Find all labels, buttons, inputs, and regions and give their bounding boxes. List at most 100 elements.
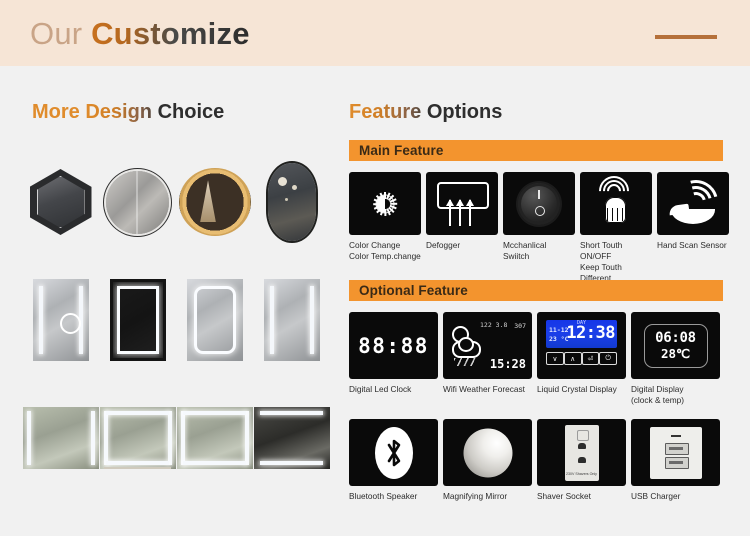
main-feature-row: Color Change Color Temp.change Defogger … — [349, 172, 734, 295]
cloud-icon — [452, 337, 481, 358]
mirror-thumb-black-frame[interactable] — [99, 264, 176, 376]
feature-tile: 122 3.8 307 15:28 — [443, 312, 532, 379]
mirror-gallery — [22, 140, 332, 494]
feature-tile — [349, 172, 421, 235]
feature-item-hand-scan[interactable]: Hand Scan Sensor — [657, 172, 731, 295]
round-led-mirror-icon — [106, 170, 169, 234]
lcd-button-group: ∨ ∧ ⏎ ⏻ — [546, 352, 617, 365]
hand-scan-sensor-icon — [665, 172, 727, 232]
feature-tile: 06:08 28℃ — [631, 312, 720, 379]
design-choice-heading: More Design Choice — [32, 101, 224, 124]
optional-feature-row-2: Bluetooth Speaker Magnifying Mirror 230V… — [349, 419, 725, 502]
feature-item-digital-display[interactable]: 06:08 28℃ Digital Display (clock & temp) — [631, 312, 722, 406]
feature-item-shaver-socket[interactable]: 230V Shavers Only Shaver Socket — [537, 419, 628, 502]
feature-tile — [349, 419, 438, 486]
optional-feature-bar-label: Optional Feature — [359, 283, 468, 298]
liquid-crystal-display-icon: DAY 11-12 23 °C 12:38 ∨ ∧ ⏎ ⏻ — [543, 318, 620, 373]
feature-item-usb-charger[interactable]: USB Charger — [631, 419, 722, 502]
led-strip-bottom — [182, 461, 247, 465]
socket-hole — [577, 456, 586, 463]
feature-label: Wifi Weather Forecast — [443, 384, 525, 394]
mirror-thumb-landscape-wide-ring[interactable] — [176, 382, 253, 494]
design-heading-dark: Choice — [157, 101, 225, 123]
page-title-light: Our — [30, 16, 92, 51]
heat-arrow — [445, 198, 455, 226]
feature-label: Bluetooth Speaker — [349, 491, 418, 501]
lcd-time: 12:38 — [566, 323, 615, 343]
digital-clock-value: 06:08 — [655, 330, 696, 346]
feature-item-bluetooth-speaker[interactable]: Bluetooth Speaker — [349, 419, 440, 502]
lcd-screen: DAY 11-12 23 °C 12:38 — [546, 320, 617, 348]
mirror-thumb-side-strips[interactable] — [253, 264, 330, 376]
design-heading-mid: Design — [85, 101, 158, 123]
socket-hole — [577, 442, 586, 449]
lcd-button-up[interactable]: ∧ — [563, 352, 582, 365]
feature-item-wifi-weather[interactable]: 122 3.8 307 15:28 Wifi Weather Forecast — [443, 312, 534, 406]
feature-item-lcd[interactable]: DAY 11-12 23 °C 12:38 ∨ ∧ ⏎ ⏻ Liquid Cry… — [537, 312, 628, 406]
feature-label: USB Charger — [631, 491, 681, 501]
feature-tile: 88:88 — [349, 312, 438, 379]
feature-label: Defogger — [426, 240, 461, 250]
mirror-thumb-hexagon[interactable] — [22, 146, 99, 258]
mirror-thumb-vertical-magnifier[interactable] — [22, 264, 99, 376]
feature-item-magnifying-mirror[interactable]: Magnifying Mirror — [443, 419, 534, 502]
mirror-thumb-gold-round[interactable] — [176, 146, 253, 258]
defogger-icon — [437, 181, 489, 226]
feature-tile — [503, 172, 575, 235]
heat-arrow — [465, 198, 475, 226]
palm-shape — [671, 208, 715, 224]
header-divider-rule — [655, 35, 717, 39]
mirror-glass — [176, 407, 253, 469]
led-strip-top — [105, 411, 170, 415]
mirror-glass — [22, 407, 99, 469]
mirror-thumb-landscape-strips[interactable] — [22, 382, 99, 494]
led-strip-left — [26, 411, 31, 465]
landscape-wide-ring-led-mirror-icon — [176, 407, 253, 469]
landscape-top-bottom-led-mirror-icon — [253, 407, 330, 469]
page-header: Our Customize — [0, 0, 750, 66]
usb-charger-icon — [649, 426, 702, 479]
mirror-thumb-landscape-dark[interactable] — [253, 382, 330, 494]
feature-tile — [426, 172, 498, 235]
led-strip-right — [167, 411, 172, 465]
feature-tile: DAY 11-12 23 °C 12:38 ∨ ∧ ⏎ ⏻ — [537, 312, 626, 379]
socket-top-slot — [576, 429, 589, 441]
rain-icon — [454, 358, 476, 366]
led-ring-rounded — [193, 286, 236, 354]
feature-item-mechanical-switch[interactable]: Mcchanlical Swiitch — [503, 172, 577, 295]
usb-port — [664, 442, 689, 455]
feature-item-defogger[interactable]: Defogger — [426, 172, 500, 295]
mirror-glass — [253, 407, 330, 469]
feature-tile — [580, 172, 652, 235]
feature-heading-dark: Options — [426, 101, 503, 123]
mirror-thumb-rounded-vertical[interactable] — [176, 264, 253, 376]
mirror-thumb-landscape-ring[interactable] — [99, 382, 176, 494]
feature-item-color-change[interactable]: Color Change Color Temp.change — [349, 172, 423, 295]
lcd-button-enter[interactable]: ⏎ — [581, 352, 600, 365]
weather-mid-readout: 122 3.8 — [480, 321, 508, 329]
led-strip-left — [38, 285, 43, 355]
heat-arrow — [455, 198, 465, 226]
lcd-button-power[interactable]: ⏻ — [599, 352, 617, 365]
mirror-row — [22, 258, 332, 376]
feature-label: Liquid Crystal Display — [537, 384, 617, 394]
led-strip-right — [309, 285, 314, 355]
round-gold-backlit-mirror-icon — [178, 168, 251, 236]
led-strip-right — [90, 411, 95, 465]
mechanical-switch-knob-icon — [518, 182, 560, 225]
mirror-thumb-round[interactable] — [99, 146, 176, 258]
optional-feature-row-1: 88:88 Digital Led Clock 122 3.8 307 15:2… — [349, 312, 725, 406]
lcd-button-down[interactable]: ∨ — [546, 352, 564, 365]
feature-label: Shaver Socket — [537, 491, 591, 501]
usb-indicator — [670, 434, 681, 437]
feature-label: Digital Led Clock — [349, 384, 412, 394]
feature-item-touch-sensor[interactable]: Short Touth ON/OFF Keep Touth Different … — [580, 172, 654, 295]
mirror-thumb-oval[interactable] — [253, 146, 330, 258]
socket-caption: 230V Shavers Only — [566, 471, 597, 476]
led-strip-right — [244, 411, 249, 465]
magnifier-circle-icon — [59, 313, 81, 335]
shaver-socket-icon: 230V Shavers Only — [564, 424, 599, 481]
feature-item-digital-led-clock[interactable]: 88:88 Digital Led Clock — [349, 312, 440, 406]
wifi-weather-forecast-icon: 122 3.8 307 15:28 — [448, 317, 527, 374]
feature-label: Digital Display (clock & temp) — [631, 384, 685, 405]
